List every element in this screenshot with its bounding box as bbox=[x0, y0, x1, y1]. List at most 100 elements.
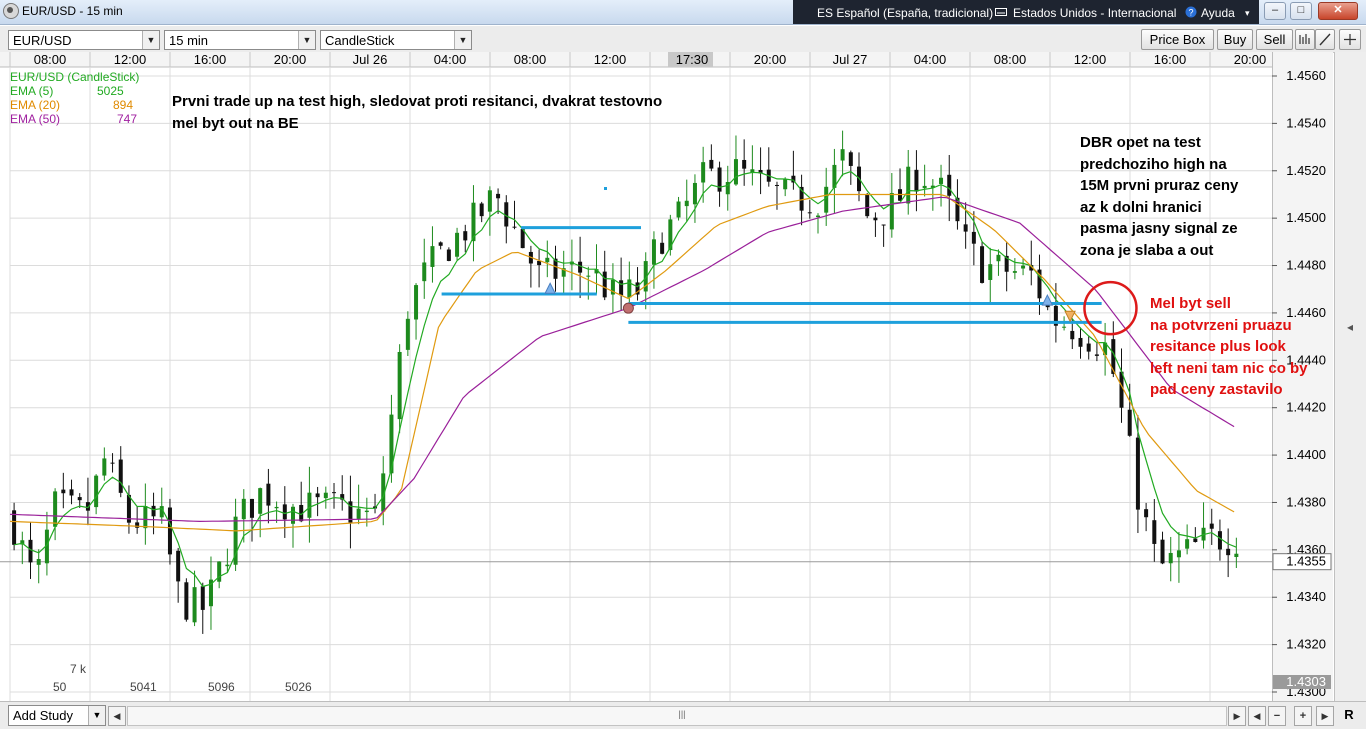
candle-body bbox=[496, 193, 501, 199]
price-tick-label: 1.4520 bbox=[1286, 163, 1326, 178]
buy-button[interactable]: Buy bbox=[1217, 29, 1253, 50]
candle-body bbox=[774, 184, 779, 186]
legend-ema50-name: EMA (50) bbox=[10, 112, 61, 126]
candle-body bbox=[446, 249, 451, 261]
chevron-down-icon: ▼ bbox=[88, 706, 105, 725]
candle-body bbox=[36, 559, 41, 565]
price-tick-label: 1.4400 bbox=[1286, 447, 1326, 462]
level-dot bbox=[604, 187, 607, 190]
candle-body bbox=[192, 587, 197, 623]
crosshair-icon[interactable] bbox=[1339, 29, 1361, 50]
language-bar: ES Español (España, tradicional) Estados… bbox=[793, 0, 1259, 24]
legend-ema5-value: 5025 bbox=[97, 84, 124, 98]
price-tick-label: 1.4560 bbox=[1286, 68, 1326, 83]
candle-body bbox=[414, 285, 419, 320]
candle-body bbox=[1209, 523, 1214, 529]
candle-body bbox=[1217, 531, 1222, 550]
horizontal-scrollbar[interactable]: ||| bbox=[127, 706, 1227, 726]
zoom-plus-icon[interactable]: + bbox=[1294, 706, 1312, 726]
candle-body bbox=[512, 226, 517, 228]
chevron-down-icon: ▼ bbox=[454, 31, 471, 49]
maximize-button[interactable]: □ bbox=[1290, 2, 1312, 20]
price-box-button[interactable]: Price Box bbox=[1141, 29, 1214, 50]
candle-body bbox=[922, 185, 927, 189]
candle-body bbox=[332, 492, 337, 494]
candle-body bbox=[487, 190, 492, 212]
candle-body bbox=[906, 166, 911, 204]
candle-body bbox=[438, 242, 443, 246]
candle-body bbox=[397, 351, 402, 420]
help-icon: ? bbox=[1185, 6, 1197, 18]
price-tick-label: 1.4540 bbox=[1286, 115, 1326, 130]
add-study-label: Add Study bbox=[13, 708, 73, 723]
volume-label: 5026 bbox=[285, 680, 312, 694]
candle-body bbox=[1021, 265, 1026, 269]
candle-body bbox=[709, 159, 714, 169]
chart-type-select[interactable]: CandleStick ▼ bbox=[320, 30, 472, 50]
tray-options-icon[interactable]: ▾ bbox=[1245, 8, 1250, 19]
zoom-minus-icon[interactable]: − bbox=[1268, 706, 1286, 726]
title-bar: EUR/USD - 15 min ES Español (España, tra… bbox=[0, 0, 1366, 25]
time-tick-label: 20:00 bbox=[1234, 52, 1267, 67]
candle-body bbox=[463, 231, 468, 241]
symbol-value: EUR/USD bbox=[13, 33, 72, 48]
keyboard-layout[interactable]: Estados Unidos - Internacional bbox=[1013, 6, 1176, 20]
candle-body bbox=[364, 510, 369, 513]
keyboard-icon bbox=[995, 8, 1007, 16]
sell-button[interactable]: Sell bbox=[1256, 29, 1293, 50]
keyboard-language[interactable]: ES Español (España, tradicional) bbox=[817, 6, 993, 20]
legend-ema5-name: EMA (5) bbox=[10, 84, 54, 98]
candle-body bbox=[963, 224, 968, 232]
candle-body bbox=[1012, 271, 1017, 273]
interval-select[interactable]: 15 min ▼ bbox=[164, 30, 316, 50]
candle-body bbox=[914, 169, 919, 192]
candle-body bbox=[118, 459, 123, 493]
annotation-sell: Mel byt sell na potvrzeni pruazu resitan… bbox=[1150, 295, 1308, 399]
help-link[interactable]: Ayuda bbox=[1201, 6, 1235, 20]
close-button[interactable]: ✕ bbox=[1318, 2, 1358, 20]
scroll-left-icon[interactable]: ◀ bbox=[108, 706, 126, 726]
collapse-arrow-icon[interactable]: ◂ bbox=[1343, 320, 1357, 334]
candle-body bbox=[971, 231, 976, 244]
time-tick-label: 08:00 bbox=[994, 52, 1027, 67]
legend-ema20-name: EMA (20) bbox=[10, 98, 61, 112]
zoom-in-icon[interactable]: ▶ bbox=[1316, 706, 1334, 726]
candle-body bbox=[1185, 539, 1190, 549]
candle-body bbox=[815, 215, 820, 218]
add-study-select[interactable]: Add Study ▼ bbox=[8, 705, 106, 726]
symbol-select[interactable]: EUR/USD ▼ bbox=[8, 30, 160, 50]
candle-body bbox=[1168, 552, 1173, 564]
price-tick-label: 1.4480 bbox=[1286, 258, 1326, 273]
chart-toolbar: EUR/USD ▼ 15 min ▼ CandleStick ▼ Price B… bbox=[0, 26, 1366, 53]
reset-button[interactable]: R bbox=[1339, 705, 1359, 725]
candle-body bbox=[881, 224, 886, 226]
scroll-thumb[interactable]: ||| bbox=[676, 709, 688, 722]
chart-area[interactable]: 08:00 12:00 16:00 20:00 Jul 26 04:00 08:00 12:0… bbox=[0, 52, 1366, 701]
minimize-button[interactable]: – bbox=[1264, 2, 1286, 20]
legend-ema5: EMA (5) 5025 bbox=[10, 84, 124, 98]
bottom-price-label: 1.4303 bbox=[1286, 674, 1326, 689]
candle-body bbox=[840, 149, 845, 161]
candle-body bbox=[848, 152, 853, 166]
chevron-down-icon: ▼ bbox=[142, 31, 159, 49]
zoom-out-icon[interactable]: ◀ bbox=[1248, 706, 1266, 726]
buy-marker bbox=[544, 282, 556, 294]
scroll-right-icon[interactable]: ▶ bbox=[1228, 706, 1246, 726]
candle-body bbox=[282, 504, 287, 520]
indicator-tool-icon[interactable] bbox=[1295, 29, 1315, 50]
candle-body bbox=[28, 539, 33, 563]
chevron-down-icon: ▼ bbox=[298, 31, 315, 49]
draw-line-icon[interactable] bbox=[1315, 29, 1335, 50]
candle-body bbox=[12, 510, 17, 545]
right-panel: ◂ bbox=[1334, 52, 1366, 701]
candle-body bbox=[151, 505, 156, 517]
candle-body bbox=[676, 201, 681, 218]
time-tick-label: 12:00 bbox=[1074, 52, 1107, 67]
candle-body bbox=[323, 492, 328, 499]
time-tick-label: 16:00 bbox=[1154, 52, 1187, 67]
candle-body bbox=[430, 246, 435, 267]
candle-body bbox=[422, 262, 427, 282]
candle-body bbox=[1193, 538, 1198, 542]
volume-label: 7 k bbox=[70, 662, 87, 676]
candle-body bbox=[1119, 371, 1124, 408]
